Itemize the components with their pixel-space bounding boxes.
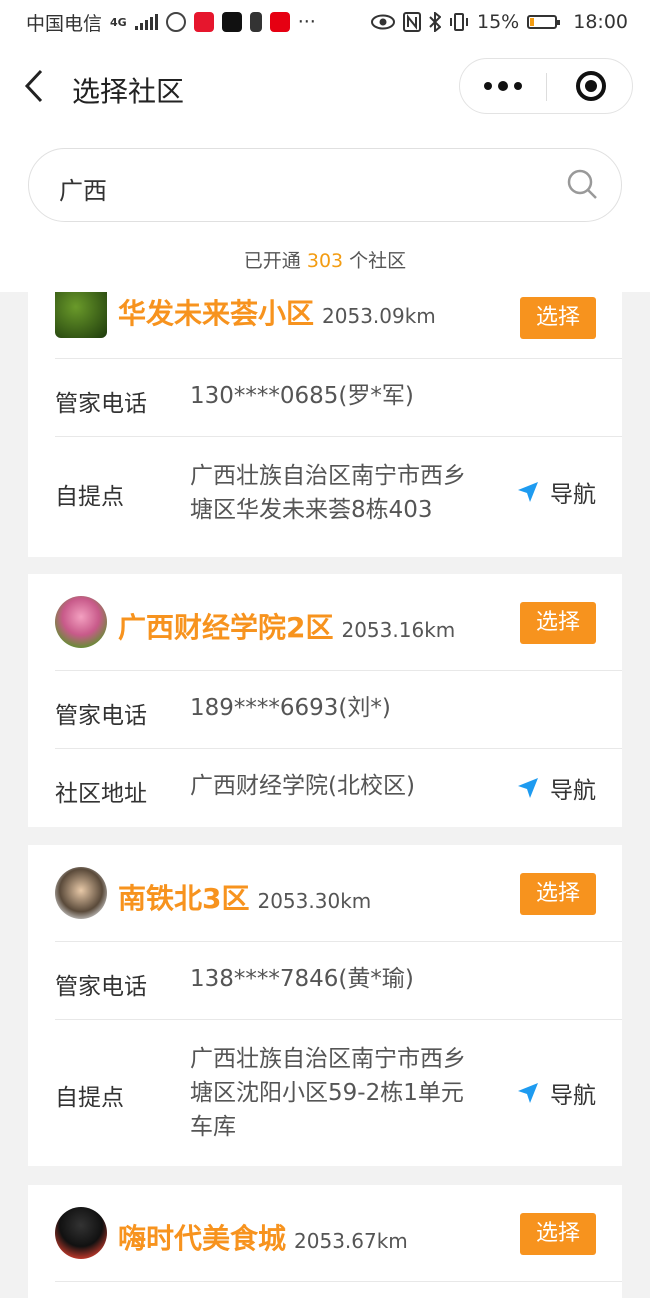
community-name-text: 广西财经学院2区	[118, 611, 334, 644]
nfc-icon	[403, 12, 421, 32]
bluetooth-icon	[429, 12, 441, 32]
community-count: 已开通 303 个社区	[0, 246, 650, 273]
address-line: 广西财经学院(北校区)	[190, 773, 415, 799]
eye-icon	[371, 14, 395, 30]
community-distance: 2053.09km	[322, 304, 436, 328]
back-arrow-icon[interactable]	[24, 68, 44, 104]
community-avatar	[55, 292, 107, 338]
phone-value[interactable]: 138****7846(黄*瑜)	[190, 962, 414, 996]
wechat-icon	[165, 12, 186, 32]
address-value: 广西壮族自治区南宁市西乡 塘区沈阳小区59-2栋1单元 车库	[190, 1042, 466, 1144]
community-distance: 2053.67km	[294, 1229, 408, 1253]
close-miniprogram-icon[interactable]	[576, 71, 606, 101]
community-avatar	[55, 1207, 107, 1259]
address-line: 塘区华发未来荟8栋403	[190, 497, 433, 523]
navigation-arrow-icon	[518, 778, 538, 798]
miniprogram-capsule	[459, 58, 633, 114]
community-name: 华发未来荟小区 2053.09km	[118, 292, 436, 332]
community-distance: 2053.30km	[257, 889, 372, 913]
vibrate-icon	[450, 13, 468, 31]
phone-value[interactable]: 189****6693(刘*)	[190, 691, 391, 725]
community-list: 华发未来荟小区 2053.09km 选择 管家电话 130****0685(罗*军…	[28, 292, 622, 1298]
community-name-text: 嗨时代美食城	[118, 1222, 287, 1255]
community-name-text: 南铁北3区	[118, 882, 250, 915]
nav-bar: 选择社区	[0, 44, 650, 130]
address-value: 广西财经学院(北校区)	[190, 769, 415, 803]
weibo-icon	[193, 12, 214, 32]
signal-icon	[134, 14, 158, 30]
navigation-arrow-icon	[518, 482, 538, 502]
address-line: 塘区沈阳小区59-2栋1单元	[190, 1080, 464, 1106]
community-name: 广西财经学院2区 2053.16km	[118, 606, 455, 646]
community-card: 南铁北3区 2053.30km 选择 管家电话 138****7846(黄*瑜) …	[28, 845, 622, 1166]
community-avatar	[55, 867, 107, 919]
community-distance: 2053.16km	[341, 618, 456, 642]
community-card: 嗨时代美食城 2053.67km 选择	[28, 1185, 622, 1298]
more-menu-icon[interactable]	[460, 59, 546, 113]
more-notifications-icon: ···	[297, 11, 316, 33]
phone-label: 管家电话	[55, 974, 147, 1000]
select-button[interactable]: 选择	[520, 297, 596, 339]
search-icon[interactable]	[565, 167, 599, 201]
phone-label: 管家电话	[55, 703, 147, 729]
tiktok-icon	[221, 12, 242, 32]
phone-value[interactable]: 130****0685(罗*军)	[190, 379, 414, 413]
navigate-label: 导航	[550, 482, 596, 508]
network-type: 4G	[110, 15, 127, 29]
select-button[interactable]: 选择	[520, 873, 596, 915]
navigate-label: 导航	[550, 1083, 596, 1109]
community-card: 华发未来荟小区 2053.09km 选择 管家电话 130****0685(罗*军…	[28, 292, 622, 557]
capsule-divider	[546, 73, 547, 101]
battery-percent: 15%	[477, 11, 520, 33]
status-bar: 中国电信 4G ··· 15% 18:00	[0, 0, 650, 44]
community-name-text: 华发未来荟小区	[118, 297, 315, 330]
address-line: 广西壮族自治区南宁市西乡	[190, 463, 466, 489]
select-button[interactable]: 选择	[520, 602, 596, 644]
address-label: 自提点	[55, 1085, 124, 1111]
search-section: 广西 已开通 303 个社区	[0, 130, 650, 292]
phone-label: 管家电话	[55, 391, 147, 417]
community-name: 南铁北3区 2053.30km	[118, 877, 371, 917]
count-number: 303	[306, 250, 344, 272]
count-prefix: 已开通	[243, 250, 301, 272]
clock: 18:00	[573, 11, 628, 33]
address-value: 广西壮族自治区南宁市西乡 塘区华发未来荟8栋403	[190, 459, 466, 527]
search-input-value[interactable]: 广西	[59, 171, 107, 206]
count-suffix: 个社区	[349, 250, 407, 272]
community-card: 广西财经学院2区 2053.16km 选择 管家电话 189****6693(刘*…	[28, 574, 622, 827]
navigation-arrow-icon	[518, 1083, 538, 1103]
navigate-label: 导航	[550, 778, 596, 804]
battery-icon	[527, 15, 561, 29]
search-input[interactable]: 广西	[28, 148, 622, 222]
address-label: 社区地址	[55, 781, 147, 807]
address-line: 车库	[190, 1114, 236, 1140]
select-button[interactable]: 选择	[520, 1213, 596, 1255]
community-avatar	[55, 596, 107, 648]
address-label: 自提点	[55, 484, 124, 510]
community-name: 嗨时代美食城 2053.67km	[118, 1217, 408, 1257]
carrier-label: 中国电信	[26, 12, 103, 35]
netease-icon	[269, 12, 290, 32]
page-title: 选择社区	[72, 75, 185, 108]
navigate-button[interactable]: 导航	[516, 1076, 596, 1110]
navigate-button[interactable]: 导航	[516, 771, 596, 805]
address-line: 广西壮族自治区南宁市西乡	[190, 1046, 466, 1072]
navigate-button[interactable]: 导航	[516, 475, 596, 509]
alert-icon	[249, 12, 262, 32]
